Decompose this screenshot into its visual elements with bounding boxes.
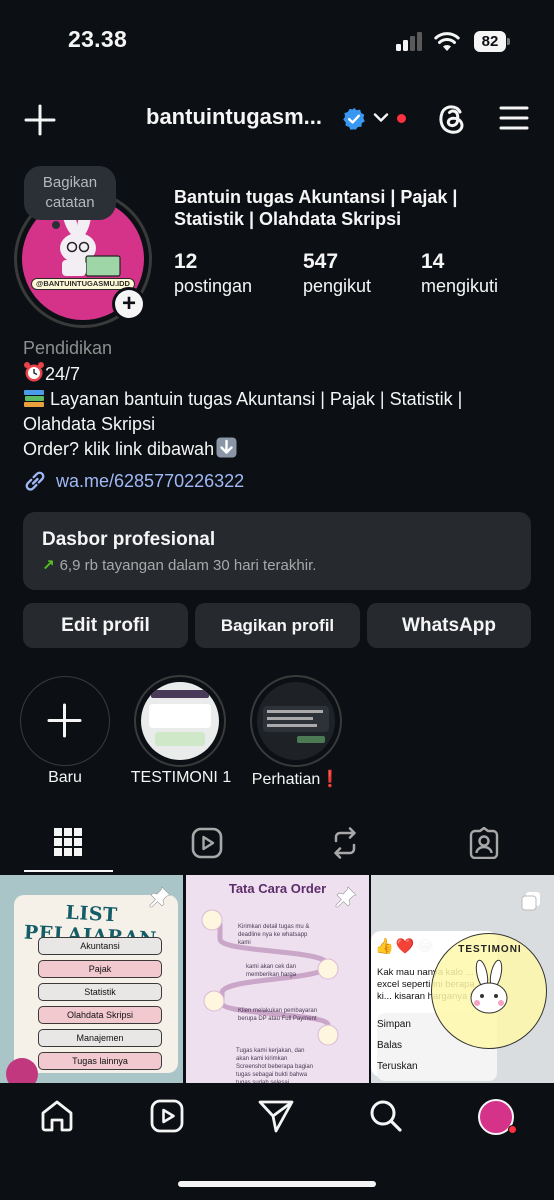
posts-count[interactable]: 12 — [174, 250, 197, 274]
profile-username[interactable]: bantuintugasm... — [146, 104, 322, 130]
stamp-text: TESTIMONI — [458, 944, 522, 955]
subject-pill: Akuntansi — [38, 937, 162, 955]
edit-profile-button[interactable]: Edit profil — [23, 603, 188, 648]
books-icon — [23, 388, 45, 408]
pinned-icon — [334, 885, 358, 909]
bio-line: Order? klik link dibawah — [23, 437, 533, 462]
reposts-tab-icon[interactable] — [330, 827, 360, 859]
home-indicator — [178, 1181, 376, 1187]
following-label[interactable]: mengikuti — [421, 276, 498, 297]
testimoni-stamp: TESTIMONI — [431, 933, 547, 1049]
chevron-down-icon[interactable] — [373, 112, 389, 124]
dashboard-subtitle: ↗ 6,9 rb tayangan dalam 30 hari terakhir. — [42, 556, 316, 574]
verified-badge-icon — [342, 107, 366, 131]
profile-notification-dot — [508, 1125, 517, 1134]
bio-hours: 24/7 — [45, 364, 81, 384]
pinned-icon — [148, 885, 172, 909]
order-step-2: kami akan cek dan memberikan harga — [246, 964, 297, 978]
menu-save: Simpan — [377, 1019, 411, 1030]
wifi-icon — [434, 30, 460, 51]
highlight-perhatian[interactable] — [250, 675, 342, 767]
status-time: 23.38 — [68, 26, 128, 52]
followers-count[interactable]: 547 — [303, 250, 338, 274]
bio-link-text[interactable]: wa.me/6285770226322 — [56, 471, 244, 491]
bio-service-line: Layanan bantuin tugas Akuntansi | Pajak … — [45, 389, 463, 409]
subject-pill: Olahdata Skripsi — [38, 1006, 162, 1024]
subject-pill: Pajak — [38, 960, 162, 978]
share-profile-button[interactable]: Bagikan profil — [195, 603, 360, 648]
new-highlight-button[interactable] — [20, 676, 110, 766]
highlight-label-testimoni: TESTIMONI 1 — [130, 769, 232, 786]
professional-dashboard[interactable]: Dasbor profesional ↗ 6,9 rb tayangan dala… — [23, 512, 531, 590]
subject-pill: Manajemen — [38, 1029, 162, 1047]
tagged-tab-icon[interactable] — [468, 827, 500, 859]
profile-bio: 24/7 Layanan bantuin tugas Akuntansi | P… — [23, 361, 533, 462]
reels-icon[interactable] — [150, 1099, 184, 1133]
add-story-button[interactable]: + — [112, 287, 146, 321]
highlight-perhatian-text: Perhatian — [251, 771, 321, 788]
alarm-clock-icon — [23, 361, 45, 383]
search-icon[interactable] — [369, 1099, 403, 1133]
post-list-pelajaran[interactable]: LIST PELAJARAN Akuntansi Pajak Statistik… — [0, 875, 183, 1083]
dashboard-title: Dasbor profesional — [42, 529, 216, 550]
highlight-label-perhatian: Perhatian❗ — [236, 769, 356, 789]
link-icon — [25, 471, 45, 491]
highlight-testimoni[interactable] — [134, 675, 226, 767]
battery-indicator: 82 — [474, 31, 506, 52]
active-tab-indicator — [24, 870, 113, 872]
plus-icon: + — [115, 290, 143, 318]
threads-icon[interactable] — [436, 102, 468, 136]
grid-tab-icon[interactable] — [54, 828, 82, 856]
cellular-signal-icon — [396, 31, 424, 51]
reaction-bar: 👍❤️😂 — [375, 938, 436, 955]
down-arrow-icon — [216, 437, 237, 458]
create-plus-icon[interactable] — [24, 104, 56, 136]
post-tata-cara-order[interactable]: Tata Cara Order Kirimkan detail tugas mu… — [186, 875, 369, 1083]
note-bubble-tail — [52, 221, 60, 229]
bio-order-line: Order? klik link dibawah — [23, 439, 215, 459]
bio-service-line-2: Olahdata Skripsi — [23, 414, 156, 434]
media-carousel-icon — [521, 891, 541, 911]
following-count[interactable]: 14 — [421, 250, 444, 274]
brand-sticker — [6, 1058, 38, 1083]
trend-up-icon: ↗ — [42, 557, 55, 574]
subject-pill: Statistik — [38, 983, 162, 1001]
exclamation-icon: ❗ — [320, 771, 341, 788]
reels-tab-icon[interactable] — [191, 827, 223, 859]
highlight-label-new: Baru — [48, 769, 82, 786]
highlight-thumbnail — [141, 682, 219, 760]
whatsapp-button[interactable]: WhatsApp — [367, 603, 531, 648]
menu-forward: Teruskan — [377, 1061, 418, 1072]
menu-hamburger-icon[interactable] — [499, 105, 529, 131]
order-step-4: Tugas kami kerjakan, dan akan kami kirim… — [236, 1048, 314, 1083]
order-step-3: Klien melakukan pembayaran berupa DP ata… — [238, 1008, 318, 1022]
battery-tip — [507, 38, 510, 45]
home-icon[interactable] — [40, 1099, 74, 1133]
highlight-thumbnail — [257, 682, 335, 760]
bio-line: 24/7 — [23, 361, 533, 387]
dashboard-views: 6,9 rb tayangan dalam 30 hari terakhir. — [59, 557, 317, 574]
bio-line: Layanan bantuin tugas Akuntansi | Pajak … — [23, 387, 533, 412]
order-step-1: Kirimkan detail tugas mu & deadline nya … — [238, 924, 310, 946]
direct-messages-icon[interactable] — [258, 1099, 294, 1133]
plus-icon — [47, 703, 82, 738]
display-name: Bantuin tugas Akuntansi | Pajak | Statis… — [174, 187, 458, 229]
notification-dot — [397, 114, 406, 123]
bio-link[interactable]: wa.me/6285770226322 — [23, 470, 244, 492]
profile-category: Pendidikan — [23, 338, 113, 358]
subject-pill: Tugas lainnya — [38, 1052, 162, 1070]
post-testimoni[interactable]: 👍❤️😂 Kak mau nanya kalo ... excel sepert… — [371, 875, 554, 1083]
menu-reply: Balas — [377, 1040, 403, 1051]
followers-label[interactable]: pengikut — [303, 276, 371, 297]
avatar-handle-banner: @BANTUINTUGASMU.IDD — [31, 278, 135, 290]
note-bubble[interactable]: Bagikan catatan — [24, 166, 116, 220]
posts-label[interactable]: postingan — [174, 276, 252, 297]
